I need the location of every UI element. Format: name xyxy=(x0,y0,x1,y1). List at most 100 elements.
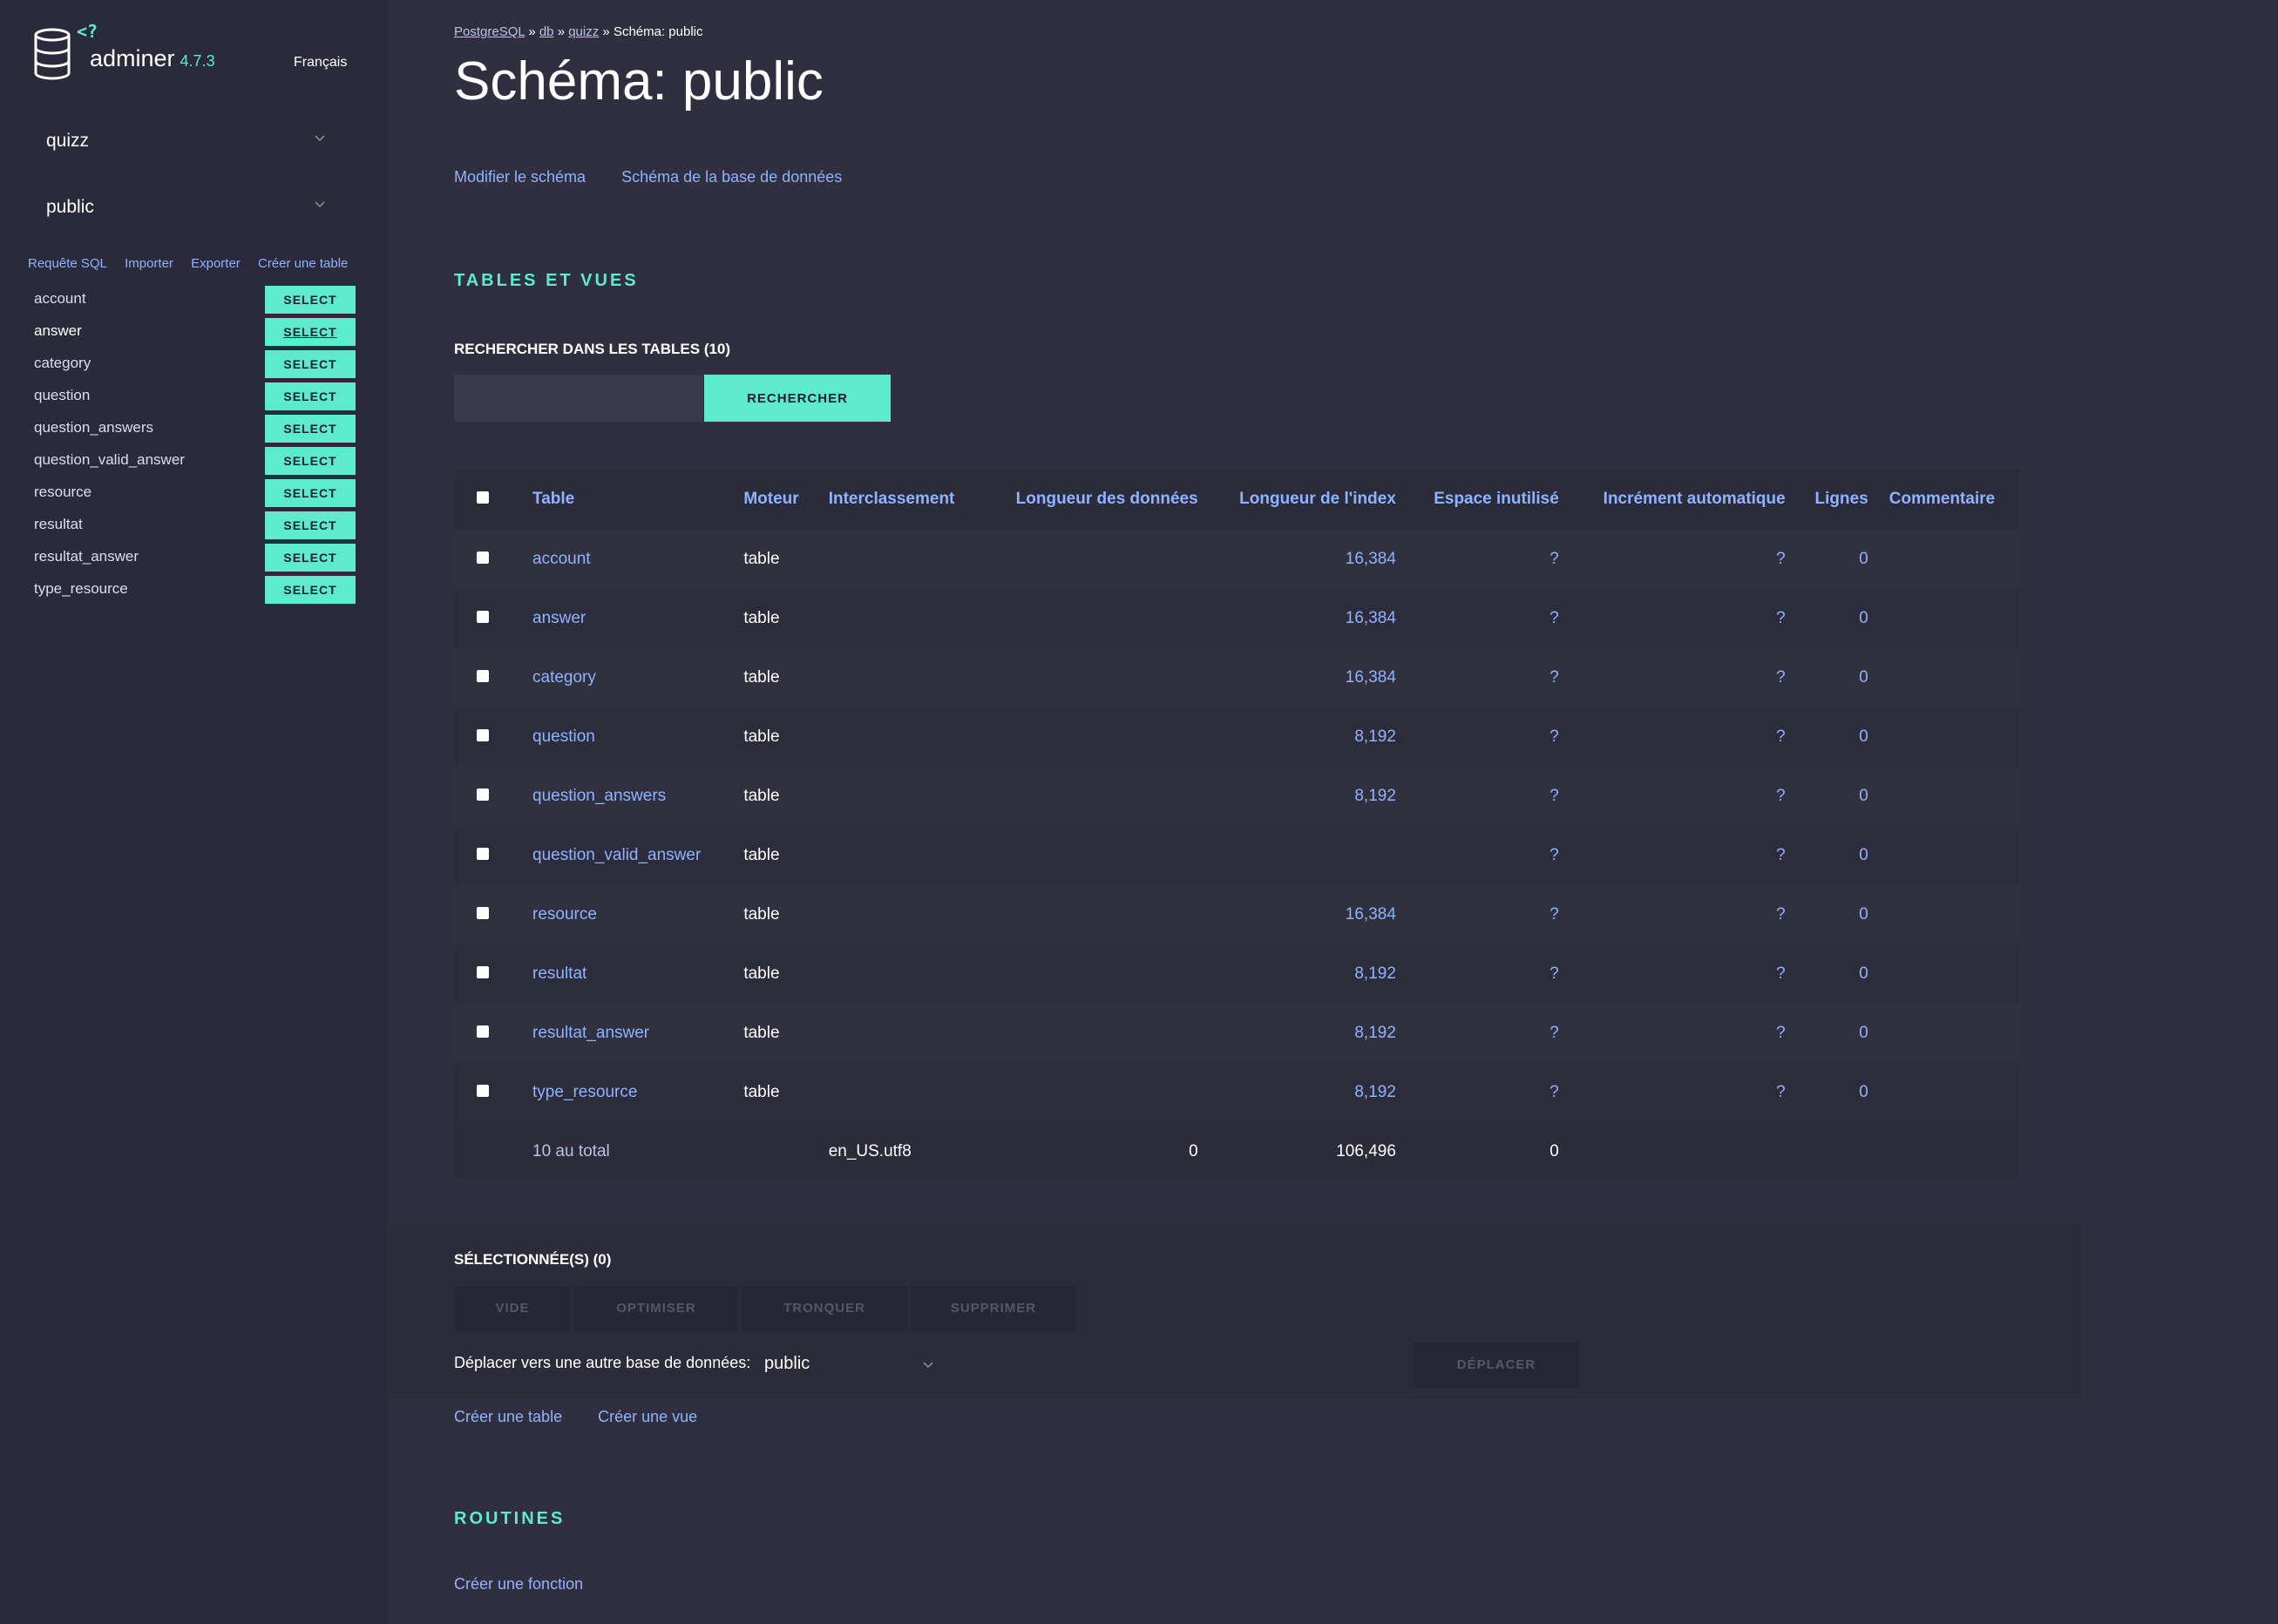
sidebar-select-button[interactable]: SELECT xyxy=(265,286,356,314)
table-index-length[interactable] xyxy=(1209,826,1407,885)
column-header-engine[interactable]: Moteur xyxy=(733,469,817,530)
app-brand[interactable]: adminer 4.7.3 xyxy=(90,45,215,72)
table-name-link[interactable]: account xyxy=(532,550,591,568)
table-free-space[interactable]: ? xyxy=(1407,530,1570,589)
table-index-length[interactable]: 16,384 xyxy=(1209,885,1407,944)
table-name-link[interactable]: answer xyxy=(532,609,586,627)
export-link[interactable]: Exporter xyxy=(191,256,241,271)
column-header-auto-increment[interactable]: Incrément automatique xyxy=(1570,469,1796,530)
column-header-comment[interactable]: Commentaire xyxy=(1879,469,2020,530)
breadcrumb-server[interactable]: PostgreSQL xyxy=(454,24,525,39)
sidebar-select-button[interactable]: SELECT xyxy=(265,350,356,378)
import-link[interactable]: Importer xyxy=(125,256,173,271)
table-name-link[interactable]: resource xyxy=(532,905,597,924)
sidebar-select-button[interactable]: SELECT xyxy=(265,447,356,475)
table-name-link[interactable]: resultat_answer xyxy=(532,1024,649,1042)
sidebar-select-button[interactable]: SELECT xyxy=(265,479,356,507)
table-name-link[interactable]: question_answers xyxy=(532,787,666,805)
table-row-count[interactable]: 0 xyxy=(1796,1063,1879,1122)
table-index-length[interactable]: 16,384 xyxy=(1209,530,1407,589)
table-auto-increment[interactable]: ? xyxy=(1570,530,1796,589)
column-header-free-space[interactable]: Espace inutilisé xyxy=(1407,469,1570,530)
table-auto-increment[interactable]: ? xyxy=(1570,707,1796,767)
table-free-space[interactable]: ? xyxy=(1407,1063,1570,1122)
search-tables-button[interactable]: RECHERCHER xyxy=(704,375,891,422)
sidebar-select-button[interactable]: SELECT xyxy=(265,544,356,572)
row-checkbox[interactable] xyxy=(477,729,489,741)
create-function-link[interactable]: Créer une fonction xyxy=(454,1575,583,1594)
sidebar-table-link[interactable]: question_answers xyxy=(34,419,153,436)
table-free-space[interactable]: ? xyxy=(1407,1004,1570,1063)
table-row-count[interactable]: 0 xyxy=(1796,767,1879,826)
vacuum-button[interactable]: VIDE xyxy=(454,1286,571,1331)
row-checkbox[interactable] xyxy=(477,788,489,801)
table-index-length[interactable]: 16,384 xyxy=(1209,648,1407,707)
table-auto-increment[interactable]: ? xyxy=(1570,944,1796,1004)
table-row-count[interactable]: 0 xyxy=(1796,648,1879,707)
column-header-rows[interactable]: Lignes xyxy=(1796,469,1879,530)
sidebar-table-link[interactable]: category xyxy=(34,355,91,372)
table-free-space[interactable]: ? xyxy=(1407,707,1570,767)
table-row-count[interactable]: 0 xyxy=(1796,885,1879,944)
table-index-length[interactable]: 8,192 xyxy=(1209,767,1407,826)
table-auto-increment[interactable]: ? xyxy=(1570,1063,1796,1122)
sidebar-select-button[interactable]: SELECT xyxy=(265,318,356,346)
row-checkbox[interactable] xyxy=(477,848,489,860)
column-header-collation[interactable]: Interclassement xyxy=(818,469,982,530)
sidebar-table-link[interactable]: answer xyxy=(34,322,82,340)
sidebar-table-link[interactable]: question_valid_answer xyxy=(34,451,185,469)
create-table-link[interactable]: Créer une table xyxy=(258,256,348,271)
breadcrumb-database[interactable]: quizz xyxy=(568,24,599,39)
row-checkbox[interactable] xyxy=(477,611,489,623)
schema-select[interactable]: public xyxy=(33,188,334,227)
table-row-count[interactable]: 0 xyxy=(1796,530,1879,589)
row-checkbox[interactable] xyxy=(477,1025,489,1038)
table-free-space[interactable]: ? xyxy=(1407,648,1570,707)
table-name-link[interactable]: type_resource xyxy=(532,1083,637,1101)
row-checkbox[interactable] xyxy=(477,670,489,682)
table-auto-increment[interactable]: ? xyxy=(1570,1004,1796,1063)
sidebar-select-button[interactable]: SELECT xyxy=(265,511,356,539)
table-row-count[interactable]: 0 xyxy=(1796,826,1879,885)
table-free-space[interactable]: ? xyxy=(1407,826,1570,885)
table-auto-increment[interactable]: ? xyxy=(1570,767,1796,826)
column-header-data-length[interactable]: Longueur des données xyxy=(982,469,1209,530)
move-target-select[interactable]: public xyxy=(764,1354,935,1374)
table-index-length[interactable]: 8,192 xyxy=(1209,1063,1407,1122)
table-name-link[interactable]: question_valid_answer xyxy=(532,846,701,864)
row-checkbox[interactable] xyxy=(477,966,489,978)
table-index-length[interactable]: 16,384 xyxy=(1209,589,1407,648)
table-name-link[interactable]: question xyxy=(532,727,595,746)
database-schema-link[interactable]: Schéma de la base de données xyxy=(621,168,842,186)
truncate-button[interactable]: TRONQUER xyxy=(742,1286,907,1331)
language-selector[interactable]: Français xyxy=(294,55,347,71)
sidebar-select-button[interactable]: SELECT xyxy=(265,576,356,604)
sidebar-table-link[interactable]: type_resource xyxy=(34,580,128,598)
table-auto-increment[interactable]: ? xyxy=(1570,826,1796,885)
table-auto-increment[interactable]: ? xyxy=(1570,589,1796,648)
table-auto-increment[interactable]: ? xyxy=(1570,648,1796,707)
row-checkbox[interactable] xyxy=(477,551,489,564)
table-index-length[interactable]: 8,192 xyxy=(1209,944,1407,1004)
sidebar-table-link[interactable]: resultat xyxy=(34,516,83,533)
column-header-table[interactable]: Table xyxy=(522,469,733,530)
select-all-checkbox[interactable] xyxy=(477,491,489,504)
sql-query-link[interactable]: Requête SQL xyxy=(28,256,107,271)
sidebar-table-link[interactable]: account xyxy=(34,290,86,308)
row-checkbox[interactable] xyxy=(477,1085,489,1097)
table-auto-increment[interactable]: ? xyxy=(1570,885,1796,944)
move-button[interactable]: DÉPLACER xyxy=(1414,1343,1579,1388)
sidebar-select-button[interactable]: SELECT xyxy=(265,382,356,410)
alter-schema-link[interactable]: Modifier le schéma xyxy=(454,168,586,186)
database-select[interactable]: quizz xyxy=(33,122,334,160)
column-header-index-length[interactable]: Longueur de l'index xyxy=(1209,469,1407,530)
table-row-count[interactable]: 0 xyxy=(1796,707,1879,767)
table-row-count[interactable]: 0 xyxy=(1796,589,1879,648)
table-free-space[interactable]: ? xyxy=(1407,767,1570,826)
table-index-length[interactable]: 8,192 xyxy=(1209,707,1407,767)
row-checkbox[interactable] xyxy=(477,907,489,919)
table-row-count[interactable]: 0 xyxy=(1796,1004,1879,1063)
drop-button[interactable]: SUPPRIMER xyxy=(911,1286,1076,1331)
table-name-link[interactable]: category xyxy=(532,668,596,687)
table-free-space[interactable]: ? xyxy=(1407,885,1570,944)
